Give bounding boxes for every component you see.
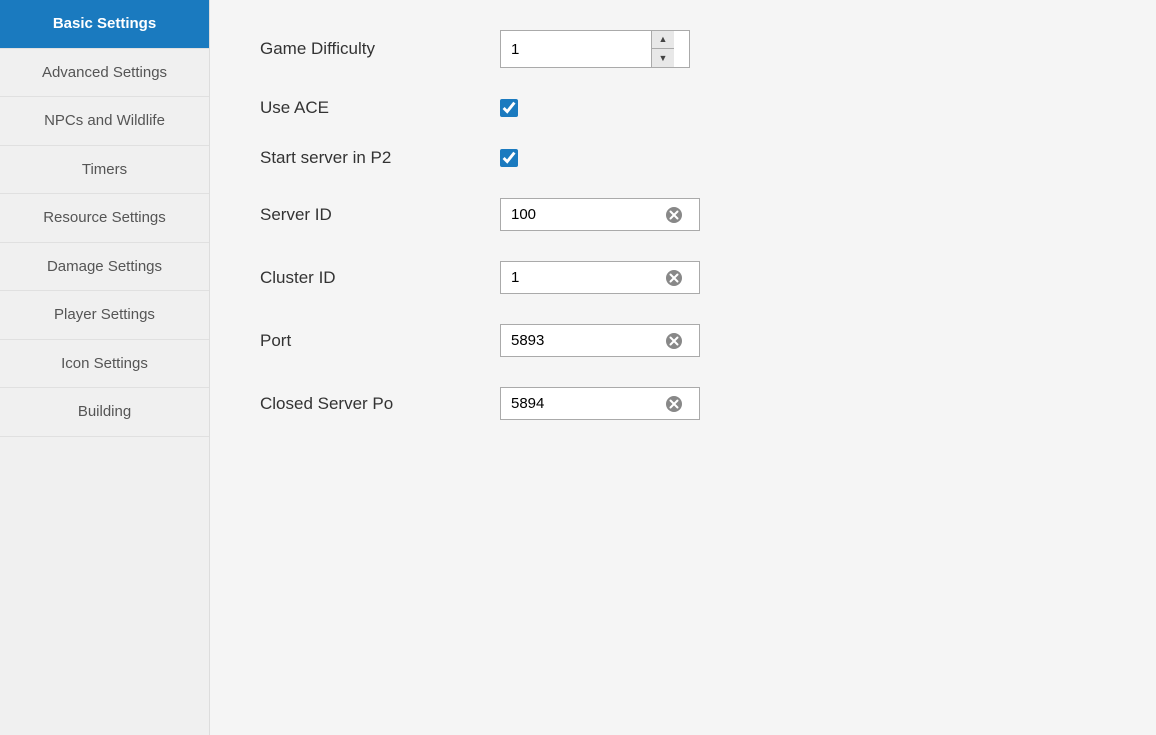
clear-button-port[interactable]: [661, 328, 687, 354]
setting-control-start-server-p2: [500, 149, 518, 167]
spinner-up-game-difficulty[interactable]: ▲: [652, 31, 674, 49]
clear-button-server-id[interactable]: [661, 202, 687, 228]
sidebar: Basic SettingsAdvanced SettingsNPCs and …: [0, 0, 210, 735]
setting-row-cluster-id: Cluster ID: [260, 261, 1106, 294]
setting-control-port: [500, 324, 700, 357]
setting-label-cluster-id: Cluster ID: [260, 268, 500, 288]
setting-label-closed-server-po: Closed Server Po: [260, 394, 500, 414]
setting-row-server-id: Server ID: [260, 198, 1106, 231]
setting-row-use-ace: Use ACE: [260, 98, 1106, 118]
checkbox-use-ace[interactable]: [500, 99, 518, 117]
sidebar-item-player-settings[interactable]: Player Settings: [0, 291, 209, 340]
sidebar-item-npcs-wildlife[interactable]: NPCs and Wildlife: [0, 97, 209, 146]
clear-icon-closed-server-po: [665, 395, 683, 413]
setting-control-server-id: [500, 198, 700, 231]
setting-control-cluster-id: [500, 261, 700, 294]
sidebar-item-building[interactable]: Building: [0, 388, 209, 437]
setting-label-use-ace: Use ACE: [260, 98, 500, 118]
setting-label-server-id: Server ID: [260, 205, 500, 225]
setting-label-game-difficulty: Game Difficulty: [260, 39, 500, 59]
setting-row-closed-server-po: Closed Server Po: [260, 387, 1106, 420]
spinner-input-game-difficulty[interactable]: [501, 31, 651, 67]
setting-label-port: Port: [260, 331, 500, 351]
spinner-down-game-difficulty[interactable]: ▼: [652, 49, 674, 67]
text-input-port[interactable]: [501, 325, 661, 356]
setting-row-game-difficulty: Game Difficulty▲▼: [260, 30, 1106, 68]
setting-control-closed-server-po: [500, 387, 700, 420]
text-input-cluster-id[interactable]: [501, 262, 661, 293]
setting-row-start-server-p2: Start server in P2: [260, 148, 1106, 168]
sidebar-item-timers[interactable]: Timers: [0, 146, 209, 195]
checkbox-start-server-p2[interactable]: [500, 149, 518, 167]
sidebar-item-damage-settings[interactable]: Damage Settings: [0, 243, 209, 292]
sidebar-item-icon-settings[interactable]: Icon Settings: [0, 340, 209, 389]
sidebar-item-advanced-settings[interactable]: Advanced Settings: [0, 49, 209, 98]
setting-control-game-difficulty: ▲▼: [500, 30, 690, 68]
sidebar-item-resource-settings[interactable]: Resource Settings: [0, 194, 209, 243]
text-input-closed-server-po[interactable]: [501, 388, 661, 419]
clear-icon-port: [665, 332, 683, 350]
clear-icon-server-id: [665, 206, 683, 224]
setting-row-port: Port: [260, 324, 1106, 357]
clear-icon-cluster-id: [665, 269, 683, 287]
main-content: Game Difficulty▲▼Use ACEStart server in …: [210, 0, 1156, 735]
clear-button-closed-server-po[interactable]: [661, 391, 687, 417]
setting-label-start-server-p2: Start server in P2: [260, 148, 500, 168]
sidebar-item-basic-settings[interactable]: Basic Settings: [0, 0, 209, 49]
text-input-server-id[interactable]: [501, 199, 661, 230]
clear-button-cluster-id[interactable]: [661, 265, 687, 291]
setting-control-use-ace: [500, 99, 518, 117]
